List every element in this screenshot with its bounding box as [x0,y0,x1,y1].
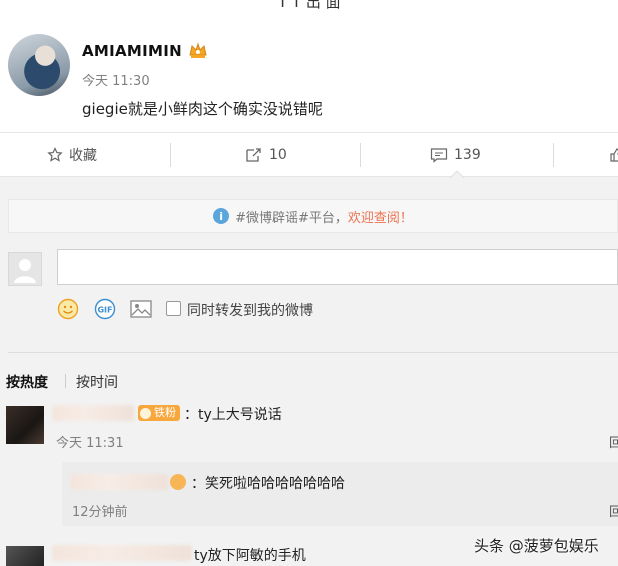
comment-input[interactable] [57,249,618,285]
emoji-icon[interactable] [57,298,79,320]
fan-badge: 铁粉 [138,405,180,421]
comment-username-blurred[interactable] [52,545,192,561]
reply-time: 12分钟前 [72,505,128,520]
repost-checkbox[interactable] [166,301,181,316]
image-icon[interactable] [129,298,153,320]
user-badge-icon [170,474,186,490]
repost-button[interactable]: 10 [245,133,287,177]
info-icon: i [213,208,230,224]
comment-avatar[interactable] [6,546,44,566]
divider [360,143,361,167]
star-icon [47,147,63,162]
divider [170,143,171,167]
rumor-notice-text: #微博辟谣#平台， [235,210,348,226]
reply-text: ：笑死啦哈哈哈哈哈哈哈 [191,476,345,492]
repost-checkbox-label[interactable]: 同时转发到我的微博 [187,300,313,320]
repost-icon [246,148,261,162]
comment-time: 今天 11:31 [56,436,124,451]
divider [65,374,66,388]
section-divider [8,352,618,353]
post-time: 今天 11:30 [82,74,150,89]
rumor-notice-link[interactable]: 欢迎查阅！ [348,207,413,226]
reply-button[interactable]: 回 [609,501,618,520]
divider [553,143,554,167]
post-username[interactable]: AMIAMIMIN [82,42,182,60]
reply-thread [62,462,618,526]
comment-username-blurred[interactable] [52,405,134,421]
reply-username-blurred[interactable] [70,474,168,490]
top-bar: T T 出 面 [0,0,618,12]
comment-avatar[interactable] [6,406,44,444]
comment-tab-caret [450,170,464,178]
post-text: giegie就是小鲜肉这个确实没说错呢 [82,100,323,118]
default-user-icon [14,259,36,283]
reply-button[interactable]: 回 [609,432,618,451]
comment-text: ：ty上大号说话 [184,407,282,423]
avatar[interactable] [8,34,70,96]
rumor-notice: i #微博辟谣#平台， 欢迎查阅！ [8,199,618,233]
action-bar: 收藏 10 139 [0,132,618,177]
composer-avatar [8,252,42,286]
watermark: 头条 @菠萝包娱乐 [474,537,599,555]
vip-crown-icon [189,42,207,58]
repost-count: 10 [269,147,287,163]
comment-count: 139 [454,147,481,163]
page-title-fragment: T T 出 面 [278,0,341,11]
favorite-label: 收藏 [69,148,97,164]
like-icon[interactable] [610,148,618,162]
tab-sort-time[interactable]: 按时间 [76,372,118,392]
favorite-button[interactable]: 收藏 [47,133,97,177]
comment-text: ty放下阿敏的手机 [194,548,306,564]
gif-icon[interactable]: GIF [94,298,116,320]
fan-badge-icon [140,407,151,419]
fan-badge-label: 铁粉 [154,406,176,419]
tab-sort-hot[interactable]: 按热度 [6,372,48,392]
comment-icon [430,148,448,163]
svg-text:GIF: GIF [97,306,112,315]
weibo-post: AMIAMIMIN 今天 11:30 giegie就是小鲜肉这个确实没说错呢 [0,12,618,132]
